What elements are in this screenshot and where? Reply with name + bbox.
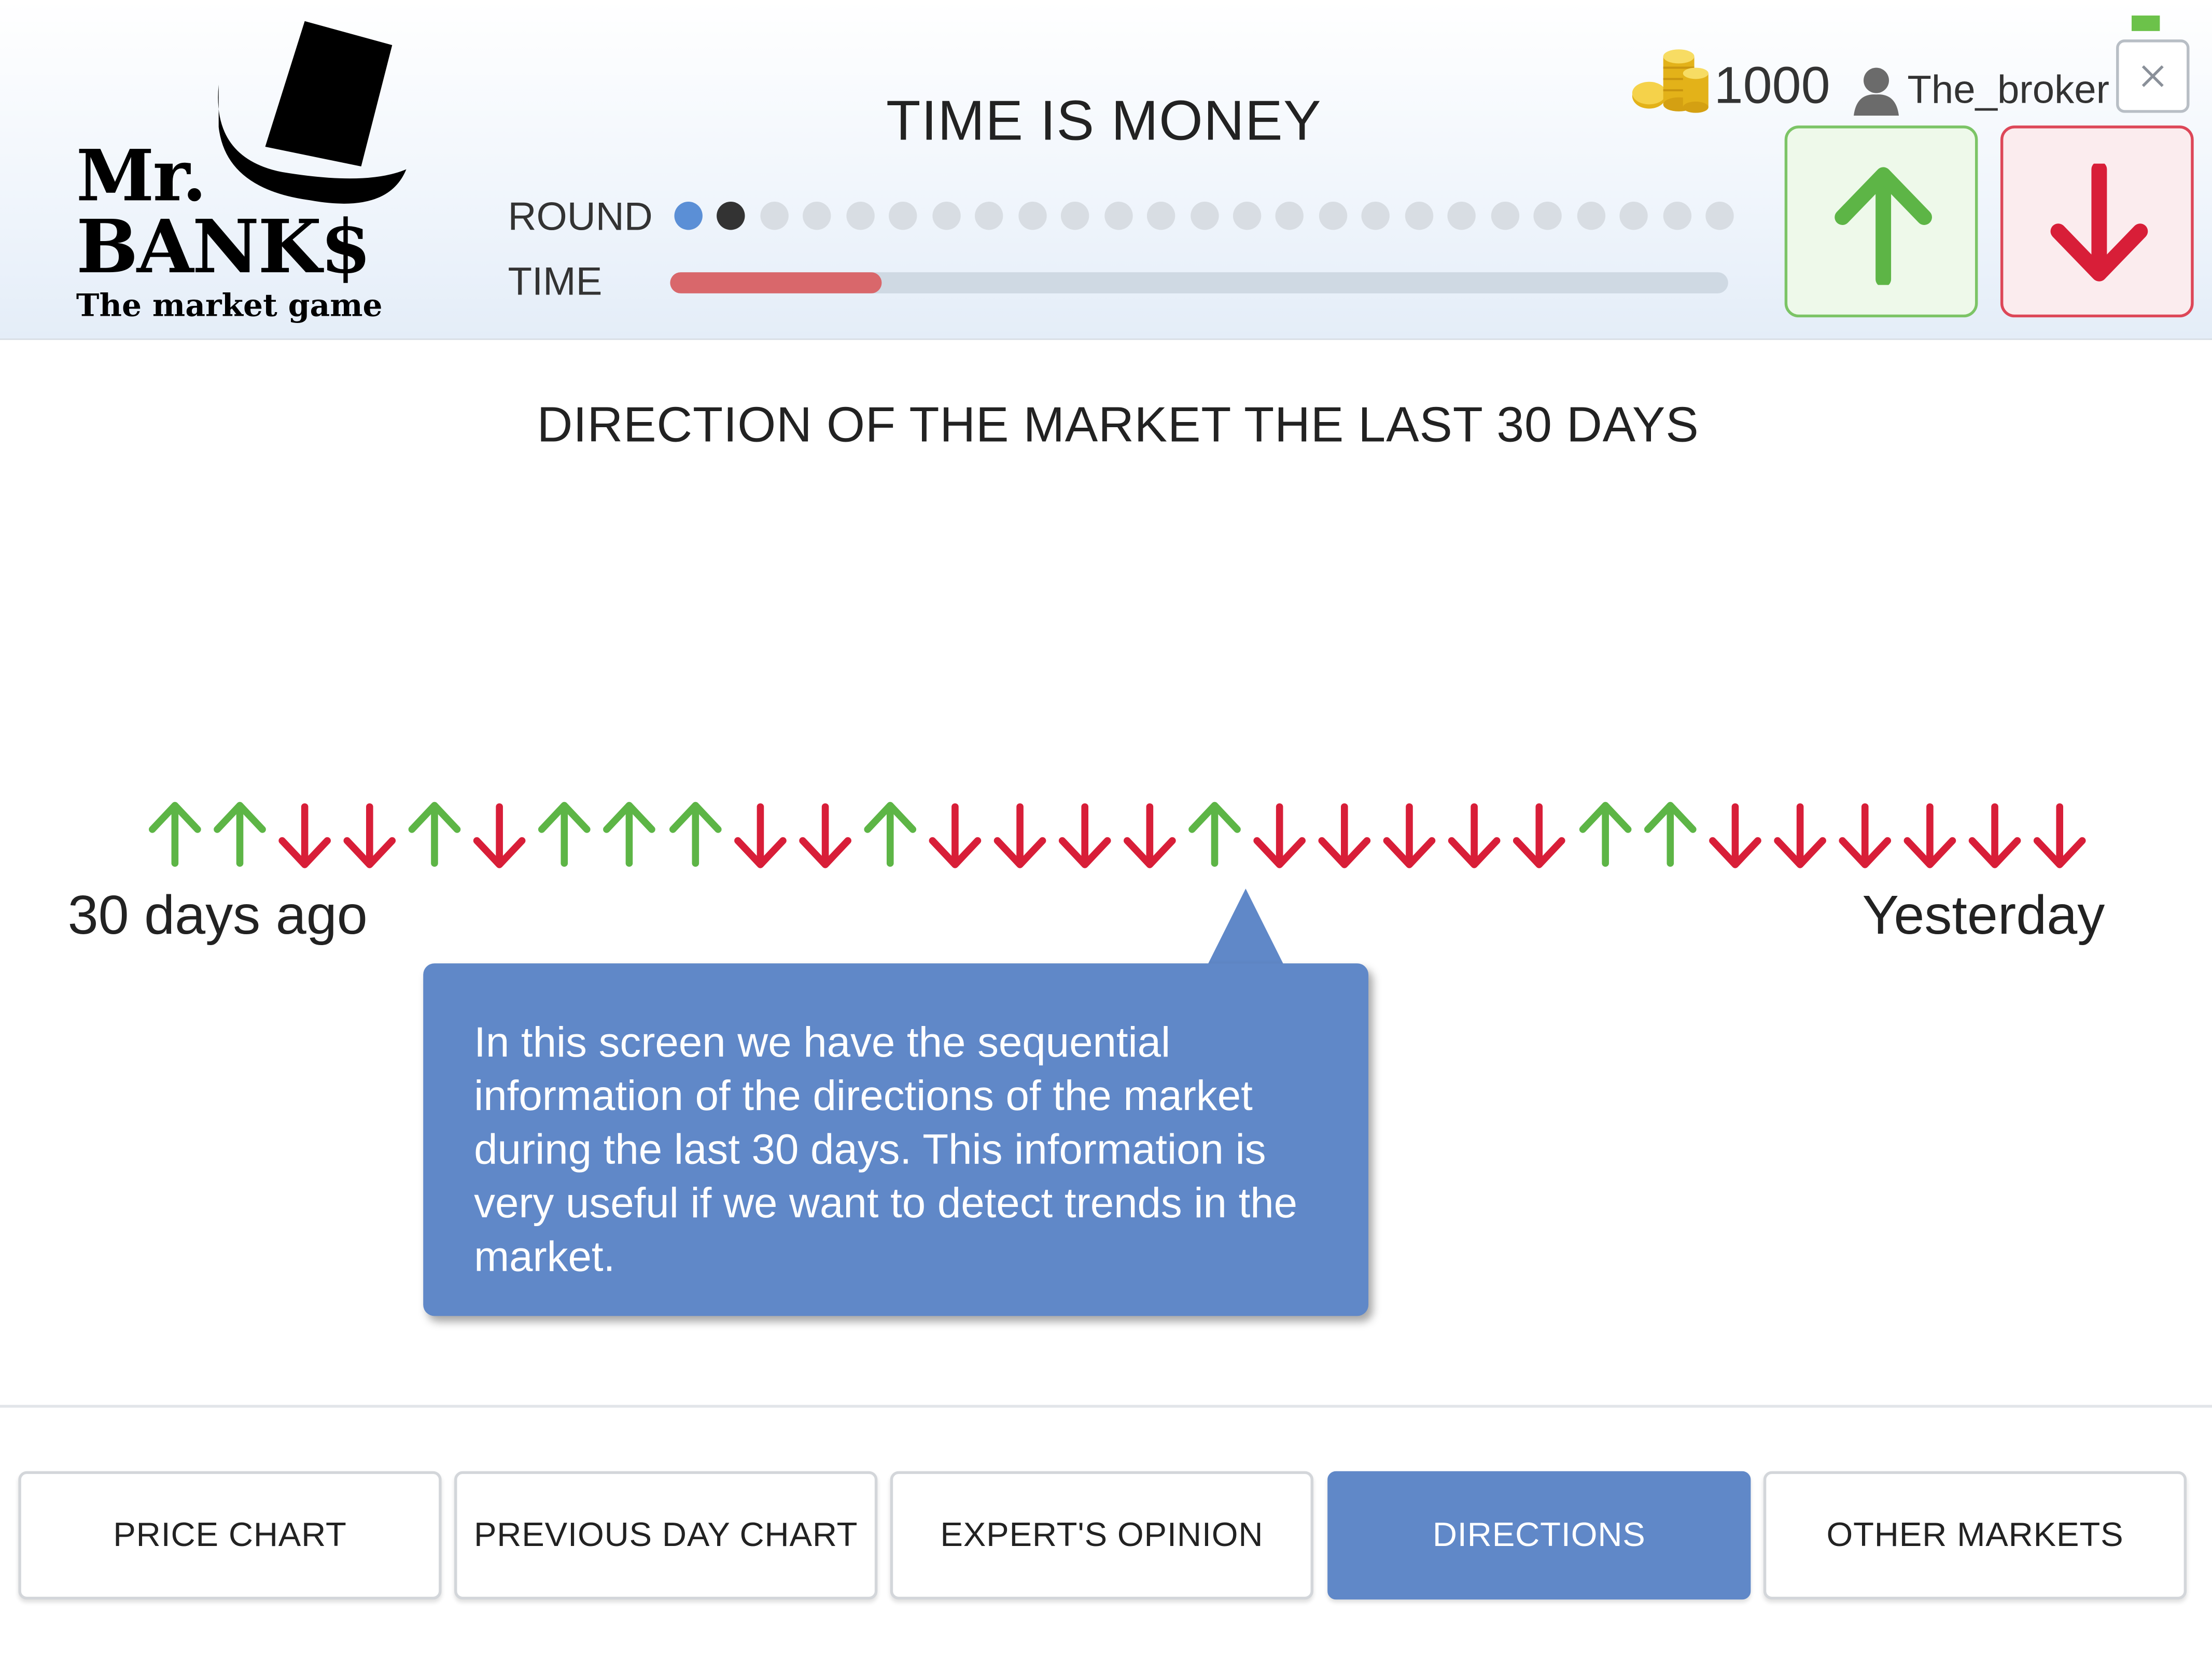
round-indicator bbox=[674, 202, 1734, 233]
round-dot bbox=[975, 202, 1003, 230]
direction-up-arrow bbox=[214, 802, 267, 867]
direction-up-arrow bbox=[668, 802, 721, 867]
direction-down-arrow bbox=[1058, 803, 1111, 868]
round-dot bbox=[1319, 202, 1347, 230]
direction-down-arrow bbox=[1383, 803, 1436, 868]
section-title: DIRECTION OF THE MARKET THE LAST 30 DAYS bbox=[537, 398, 1699, 453]
round-dot bbox=[1276, 202, 1305, 230]
direction-down-arrow bbox=[1903, 803, 1956, 868]
logo: Mr. BANK$ The market game bbox=[71, 14, 416, 331]
market-directions-row bbox=[144, 798, 2091, 871]
logo-mr: Mr. bbox=[76, 134, 207, 217]
round-label: ROUND bbox=[508, 194, 653, 238]
round-dot bbox=[932, 202, 961, 230]
round-dot bbox=[1662, 202, 1691, 230]
coins-value: 1000 bbox=[1714, 56, 1830, 115]
tab-experts-opinion[interactable]: EXPERT'S OPINION bbox=[890, 1471, 1313, 1600]
market-down-button[interactable] bbox=[2000, 125, 2194, 318]
round-dot bbox=[1362, 202, 1390, 230]
direction-down-arrow bbox=[734, 803, 786, 868]
direction-up-arrow bbox=[149, 802, 201, 867]
tutorial-callout: In this screen we have the sequential in… bbox=[423, 963, 1369, 1316]
round-dot bbox=[1619, 202, 1648, 230]
game-screen: Mr. BANK$ The market game TIME IS MONEY … bbox=[0, 0, 2212, 1659]
round-dot bbox=[846, 202, 875, 230]
label-30-days-ago: 30 days ago bbox=[67, 885, 368, 947]
round-dot bbox=[1189, 202, 1219, 230]
round-dot bbox=[1104, 202, 1132, 230]
direction-down-arrow bbox=[929, 803, 981, 868]
logo-banks: BANK$ bbox=[76, 204, 371, 291]
tab-other-markets[interactable]: OTHER MARKETS bbox=[1763, 1471, 2187, 1600]
label-yesterday: Yesterday bbox=[1862, 885, 2105, 947]
direction-down-arrow bbox=[1968, 803, 2021, 868]
direction-up-arrow bbox=[1643, 802, 1696, 867]
round-dot bbox=[803, 202, 832, 230]
direction-down-arrow bbox=[1124, 803, 1176, 868]
round-dot-completed bbox=[674, 202, 703, 230]
round-dot bbox=[1576, 202, 1605, 230]
direction-up-arrow bbox=[1188, 802, 1241, 867]
direction-down-arrow bbox=[1253, 803, 1306, 868]
divider bbox=[0, 1404, 2212, 1408]
direction-down-arrow bbox=[1448, 803, 1501, 868]
tab-price-chart[interactable]: PRICE CHART bbox=[18, 1471, 442, 1600]
round-dot bbox=[1705, 202, 1734, 230]
close-button[interactable] bbox=[2116, 39, 2190, 113]
direction-down-arrow bbox=[278, 803, 331, 868]
header: Mr. BANK$ The market game TIME IS MONEY … bbox=[0, 0, 2212, 340]
time-progress-bar bbox=[670, 272, 1728, 293]
direction-up-arrow bbox=[539, 802, 591, 867]
round-dot bbox=[760, 202, 789, 230]
round-dot bbox=[1061, 202, 1089, 230]
round-dot bbox=[1533, 202, 1562, 230]
tab-directions[interactable]: DIRECTIONS bbox=[1327, 1471, 1751, 1600]
direction-down-arrow bbox=[1838, 803, 1891, 868]
arrow-down-icon bbox=[2050, 163, 2148, 282]
round-dot-current bbox=[717, 202, 746, 230]
direction-down-arrow bbox=[1773, 803, 1826, 868]
direction-down-arrow bbox=[2033, 803, 2086, 868]
close-icon bbox=[2141, 65, 2164, 87]
callout-pointer bbox=[1206, 889, 1285, 968]
round-dot bbox=[1147, 202, 1175, 230]
tab-previous-day-chart[interactable]: PREVIOUS DAY CHART bbox=[454, 1471, 878, 1600]
direction-down-arrow bbox=[344, 803, 396, 868]
direction-down-arrow bbox=[799, 803, 851, 868]
round-dot bbox=[1490, 202, 1519, 230]
game-title: TIME IS MONEY bbox=[886, 90, 1322, 152]
direction-down-arrow bbox=[993, 803, 1046, 868]
logo-tagline: The market game bbox=[76, 288, 383, 325]
direction-down-arrow bbox=[1514, 803, 1566, 868]
market-up-button[interactable] bbox=[1784, 125, 1978, 318]
arrow-up-icon bbox=[1835, 167, 1932, 285]
direction-up-arrow bbox=[1578, 802, 1631, 867]
direction-down-arrow bbox=[473, 803, 526, 868]
direction-up-arrow bbox=[604, 802, 656, 867]
round-dot bbox=[1448, 202, 1476, 230]
user-icon bbox=[1853, 67, 1899, 116]
direction-up-arrow bbox=[409, 802, 461, 867]
time-label: TIME bbox=[508, 259, 603, 303]
round-dot bbox=[1233, 202, 1262, 230]
coins-icon bbox=[1632, 49, 1709, 113]
time-progress-fill bbox=[670, 272, 882, 293]
direction-down-arrow bbox=[1709, 803, 1761, 868]
round-dot bbox=[889, 202, 918, 230]
direction-up-arrow bbox=[863, 802, 916, 867]
round-dot bbox=[1018, 202, 1046, 230]
username: The_broker bbox=[1907, 67, 2109, 111]
battery-icon bbox=[2131, 15, 2160, 31]
direction-down-arrow bbox=[1319, 803, 1371, 868]
round-dot bbox=[1405, 202, 1433, 230]
callout-text: In this screen we have the sequential in… bbox=[474, 1020, 1298, 1281]
